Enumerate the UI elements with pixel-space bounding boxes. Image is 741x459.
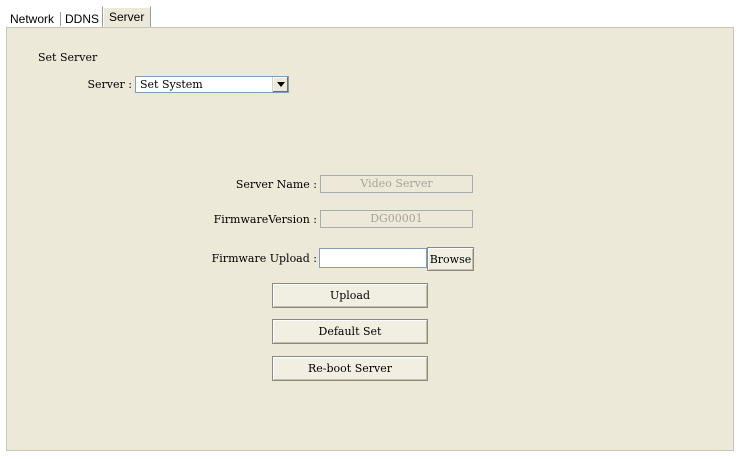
chevron-down-icon[interactable] (272, 77, 288, 92)
server-name-field[interactable]: Video Server (320, 175, 473, 193)
browse-button[interactable]: Browse (427, 247, 474, 271)
server-name-label: Server Name : (235, 178, 317, 191)
server-select-value: Set System (140, 78, 203, 91)
tab-network[interactable]: Network (6, 10, 58, 28)
reboot-server-button[interactable]: Re-boot Server (272, 356, 428, 381)
firmware-upload-field[interactable] (319, 248, 427, 268)
server-select-label: Server : (87, 78, 133, 91)
tab-ddns[interactable]: DDNS (61, 10, 103, 28)
firmware-version-field[interactable]: DG00001 (320, 210, 473, 228)
section-title: Set Server (38, 51, 98, 64)
upload-button[interactable]: Upload (272, 283, 428, 308)
firmware-version-label: FirmwareVersion : (213, 213, 317, 226)
firmware-upload-label: Firmware Upload : (211, 252, 317, 265)
server-select[interactable]: Set System (135, 76, 289, 93)
default-set-button[interactable]: Default Set (272, 319, 428, 344)
tab-server[interactable]: Server (102, 6, 152, 29)
server-settings-panel: Set Server Server : Set System Server Na… (6, 27, 734, 451)
